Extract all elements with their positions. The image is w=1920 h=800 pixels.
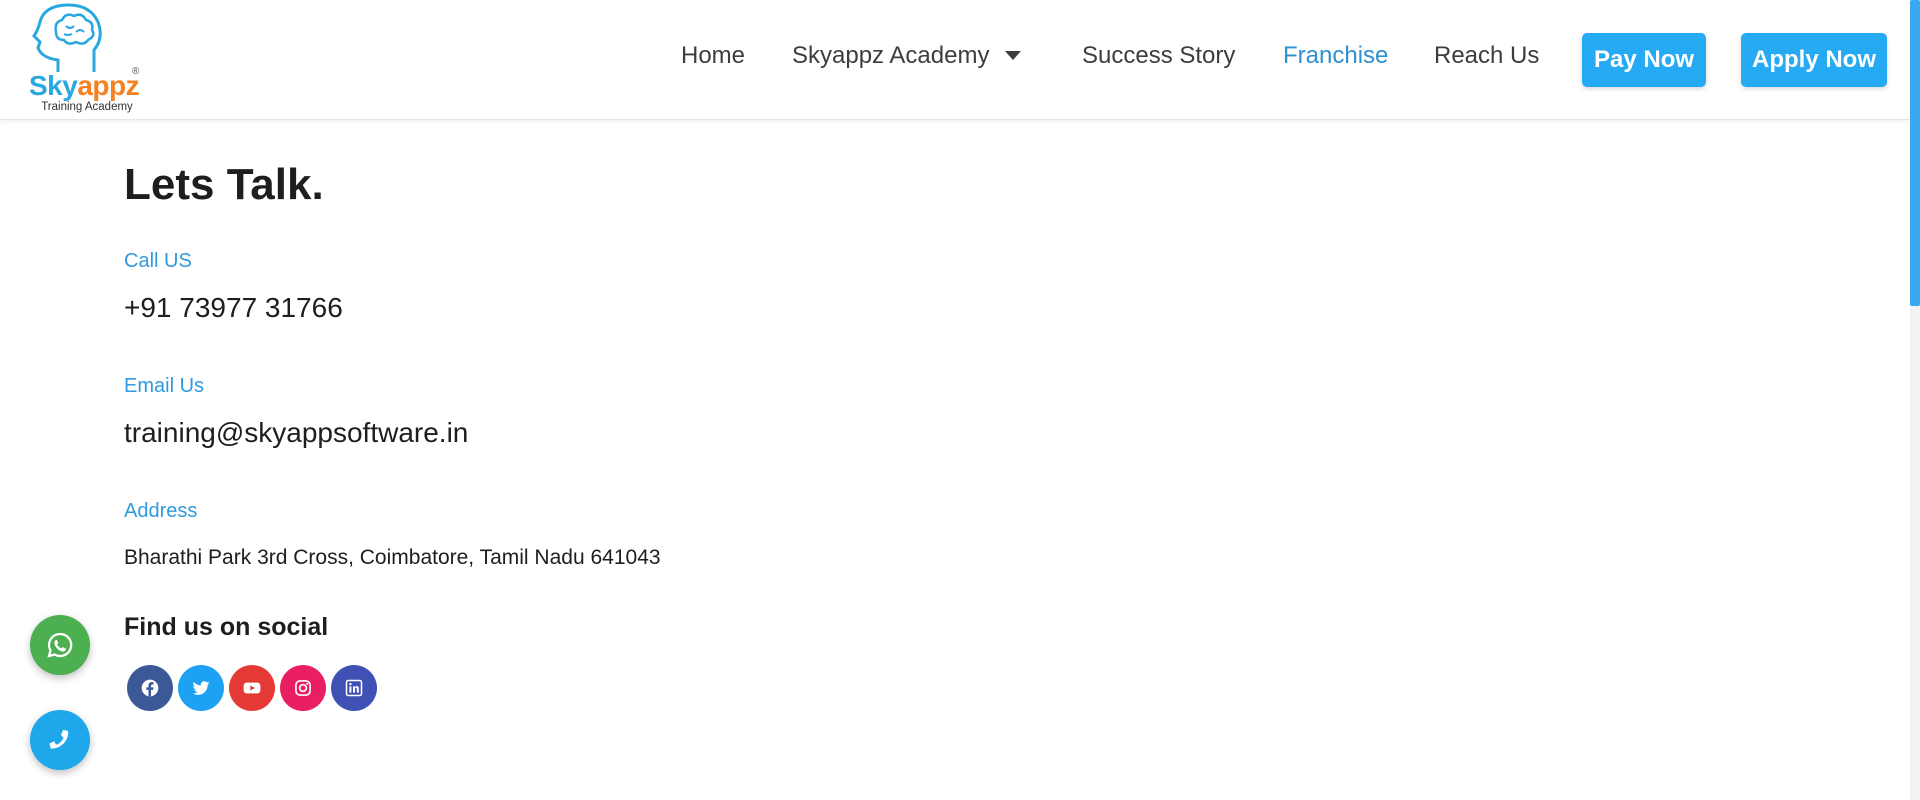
email-address[interactable]: training@skyappsoftware.in <box>124 417 468 449</box>
page-title: Lets Talk. <box>124 160 324 209</box>
phone-icon <box>49 729 69 749</box>
address-text: Bharathi Park 3rd Cross, Coimbatore, Tam… <box>124 546 661 569</box>
facebook-icon <box>141 679 159 697</box>
youtube-link[interactable] <box>229 665 275 711</box>
social-links <box>127 665 377 711</box>
address-label: Address <box>124 500 198 522</box>
site-header: Skyappz ® Training Academy Home Skyappz … <box>0 0 1910 120</box>
youtube-icon <box>243 682 261 694</box>
nav-skyappz-academy-label: Skyappz Academy <box>792 42 990 69</box>
linkedin-icon <box>345 679 363 697</box>
linkedin-link[interactable] <box>331 665 377 711</box>
whatsapp-button[interactable] <box>30 615 90 675</box>
chevron-down-icon <box>1005 51 1022 61</box>
page-scrollbar[interactable] <box>1910 0 1920 800</box>
nav-franchise[interactable]: Franchise <box>1283 42 1388 70</box>
apply-now-button[interactable]: Apply Now <box>1741 33 1887 87</box>
social-heading: Find us on social <box>124 613 329 641</box>
call-label: Call US <box>124 250 192 272</box>
brand-subtitle: Training Academy <box>41 101 133 113</box>
nav-home[interactable]: Home <box>681 42 745 70</box>
call-button[interactable] <box>30 710 90 770</box>
facebook-link[interactable] <box>127 665 173 711</box>
registered-mark: ® <box>132 66 140 77</box>
whatsapp-icon <box>47 632 73 658</box>
scrollbar-thumb[interactable] <box>1910 0 1920 306</box>
brand-name-sky: Sky <box>29 70 78 101</box>
brand-name-appz: appz <box>77 70 140 101</box>
instagram-icon <box>295 680 311 696</box>
brand-wordmark: Skyappz <box>29 70 140 102</box>
instagram-link[interactable] <box>280 665 326 711</box>
nav-reach-us[interactable]: Reach Us <box>1434 42 1539 70</box>
twitter-link[interactable] <box>178 665 224 711</box>
email-label: Email Us <box>124 375 205 397</box>
nav-skyappz-academy[interactable]: Skyappz Academy <box>792 42 1022 70</box>
pay-now-button[interactable]: Pay Now <box>1582 33 1706 87</box>
twitter-icon <box>192 681 210 695</box>
phone-number[interactable]: +91 73977 31766 <box>124 292 343 324</box>
nav-success-story[interactable]: Success Story <box>1082 42 1235 70</box>
